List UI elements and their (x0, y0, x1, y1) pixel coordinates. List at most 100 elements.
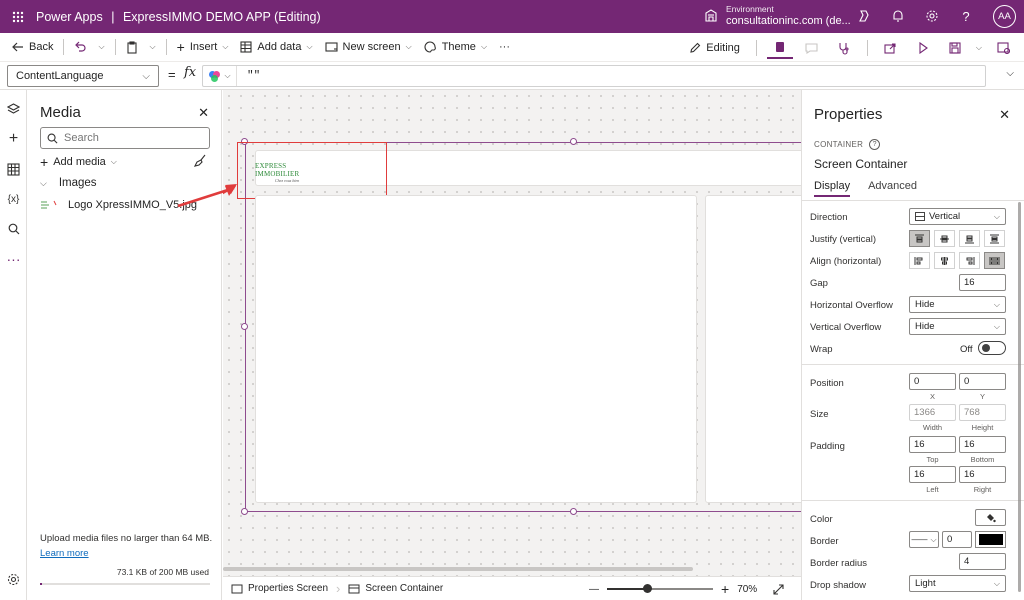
close-icon[interactable]: ✕ (999, 107, 1010, 123)
fit-to-window-icon[interactable] (773, 583, 784, 595)
chevron-down-icon: ⌵ (142, 70, 150, 82)
insert-label: Insert (189, 41, 218, 53)
media-file-item[interactable]: Logo XpressIMMO_V5.jpg (40, 199, 197, 211)
settings-icon[interactable] (922, 6, 942, 26)
align-right-button[interactable] (959, 252, 980, 269)
data-icon[interactable] (0, 154, 27, 184)
formula-input[interactable]: ⌵ "" (202, 65, 986, 87)
drop-shadow-value: Light (915, 578, 936, 589)
drop-shadow-dropdown[interactable]: Light ⌵ (909, 575, 1006, 592)
justify-top-button[interactable] (909, 230, 930, 247)
chevron-down-icon: ⌵ (149, 42, 156, 51)
breadcrumb-screen[interactable]: Properties Screen (223, 583, 336, 594)
resize-handle[interactable] (570, 508, 577, 515)
border-thickness-input[interactable]: 0 (942, 531, 972, 548)
side-content-card[interactable] (705, 195, 815, 503)
design-canvas[interactable]: EXPRESS IMMOBILIER Chez vous bien (223, 90, 815, 576)
zoom-out-button[interactable]: — (589, 584, 599, 595)
add-data-button[interactable]: Add data ⌵ (234, 35, 318, 59)
media-search[interactable] (40, 127, 210, 149)
help-circle-icon[interactable]: ? (869, 139, 881, 150)
main-content-card[interactable] (255, 195, 697, 503)
fill-color-button[interactable] (975, 509, 1006, 526)
copilot-formula-button[interactable]: ⌵ (203, 66, 237, 86)
editing-mode-button[interactable]: Editing (683, 42, 746, 54)
more-commands-button[interactable]: ··· (493, 35, 516, 59)
share-icon[interactable] (878, 37, 904, 59)
padding-left-input[interactable]: 16 (909, 466, 956, 483)
border-color-swatch[interactable] (975, 531, 1006, 548)
property-selector[interactable]: ContentLanguage ⌵ (7, 65, 159, 87)
breadcrumb-container-label: Screen Container (365, 583, 444, 594)
health-monitor-icon[interactable] (831, 37, 857, 59)
comments-icon[interactable] (799, 37, 825, 59)
height-input[interactable]: 768 (959, 404, 1006, 421)
align-stretch-button[interactable] (984, 252, 1005, 269)
app-launcher-icon[interactable] (6, 5, 30, 29)
environment-picker[interactable]: Environment consultationinc.com (de... (704, 3, 851, 27)
tab-advanced[interactable]: Advanced (868, 180, 917, 197)
resize-handle[interactable] (241, 323, 248, 330)
undo-button[interactable] (68, 35, 92, 59)
properties-scrollbar[interactable] (1018, 202, 1021, 592)
save-icon[interactable] (942, 37, 968, 59)
expand-formula-icon[interactable]: ⌵ (1006, 68, 1014, 79)
insert-button[interactable]: + Insert ⌵ (171, 35, 235, 59)
media-search-input[interactable] (64, 132, 204, 144)
pencil-icon (690, 42, 701, 53)
justify-center-button[interactable] (934, 230, 955, 247)
vertical-overflow-dropdown[interactable]: Hide ⌵ (909, 318, 1006, 335)
theme-button[interactable]: Theme ⌵ (418, 35, 493, 59)
settings-icon[interactable] (0, 564, 27, 594)
save-dropdown[interactable]: ⌵ (974, 36, 984, 60)
padding-right-input[interactable]: 16 (959, 466, 1006, 483)
insert-icon[interactable]: + (0, 124, 27, 154)
learn-more-link[interactable]: Learn more (40, 548, 89, 559)
paste-dropdown[interactable]: ⌵ (144, 35, 162, 59)
help-icon[interactable]: ? (956, 6, 976, 26)
add-media-button[interactable]: + Add media ⌵ (40, 154, 117, 170)
gap-input[interactable]: 16 (959, 274, 1006, 291)
close-icon[interactable]: ✕ (198, 105, 209, 121)
direction-dropdown[interactable]: Vertical ⌵ (909, 208, 1006, 225)
broom-icon[interactable] (193, 154, 207, 170)
new-screen-button[interactable]: New screen ⌵ (319, 35, 418, 59)
zoom-in-button[interactable]: + (721, 581, 729, 597)
canvas-horizontal-scrollbar[interactable] (223, 567, 693, 571)
wrap-toggle[interactable] (978, 341, 1006, 355)
notifications-icon[interactable] (888, 6, 908, 26)
position-y-input[interactable]: 0 (959, 373, 1006, 390)
preview-play-icon[interactable] (910, 37, 936, 59)
copilot-icon[interactable] (854, 6, 874, 26)
divider (114, 39, 116, 55)
resize-handle[interactable] (241, 508, 248, 515)
variables-icon[interactable]: {x} (0, 184, 27, 214)
position-x-input[interactable]: 0 (909, 373, 956, 390)
border-style-dropdown[interactable]: —— ⌵ (909, 531, 939, 548)
width-caption: Width (922, 423, 943, 432)
paste-button[interactable] (120, 35, 144, 59)
more-options-icon[interactable]: ··· (0, 244, 27, 274)
zoom-slider-thumb[interactable] (643, 584, 653, 593)
zoom-slider[interactable] (607, 584, 713, 593)
resize-handle[interactable] (570, 138, 577, 145)
app-checker-icon[interactable] (766, 37, 793, 59)
images-group[interactable]: ⌵ Images (40, 177, 97, 189)
justify-bottom-button[interactable] (959, 230, 980, 247)
border-radius-input[interactable]: 4 (959, 553, 1006, 570)
back-button[interactable]: Back (6, 35, 59, 59)
tree-view-icon[interactable] (0, 94, 27, 124)
padding-bottom-input[interactable]: 16 (959, 436, 1006, 453)
padding-top-input[interactable]: 16 (909, 436, 956, 453)
justify-space-between-button[interactable] (984, 230, 1005, 247)
undo-dropdown[interactable]: ⌵ (92, 35, 110, 59)
publish-icon[interactable] (990, 37, 1016, 59)
user-avatar[interactable]: AA (993, 5, 1016, 28)
align-center-button[interactable] (934, 252, 955, 269)
horizontal-overflow-dropdown[interactable]: Hide ⌵ (909, 296, 1006, 313)
tab-display[interactable]: Display (814, 180, 851, 197)
breadcrumb-container[interactable]: Screen Container (340, 583, 451, 594)
width-input[interactable]: 1366 (909, 404, 956, 421)
align-left-button[interactable] (909, 252, 930, 269)
search-icon[interactable] (0, 214, 27, 244)
